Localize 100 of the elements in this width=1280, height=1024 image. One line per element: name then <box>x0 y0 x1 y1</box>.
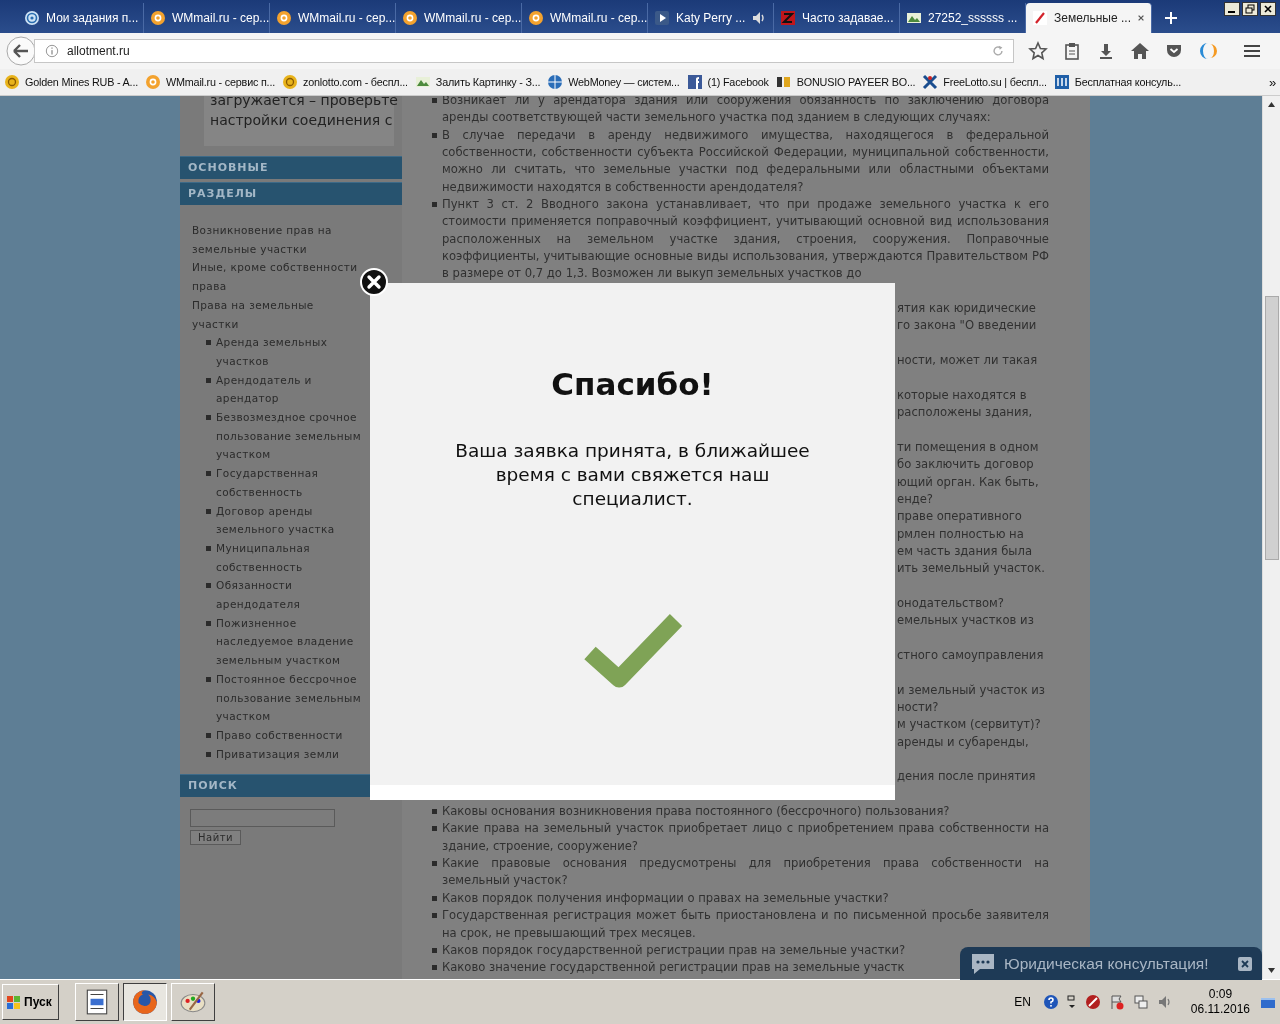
text-line: бо заключить договор <box>897 456 1035 474</box>
text-line: емельных участков из <box>897 612 1035 630</box>
bullet-icon <box>206 676 211 682</box>
firefox-icon <box>130 988 159 1016</box>
bullet-icon <box>206 733 211 738</box>
text-line: ющий орган. Как быть, <box>897 473 1040 491</box>
text-line: ти помещения в одном <box>897 438 1040 456</box>
question-text: Каковы основания возникновения права постоянного (бессрочного) пользования? <box>442 803 951 821</box>
bullet-icon <box>432 913 437 919</box>
bookmark[interactable]: BONUSIO PAYEER BO... <box>775 74 916 90</box>
bullet-icon <box>432 809 437 815</box>
bullet-icon <box>206 751 211 757</box>
text-line: енде? <box>897 490 934 508</box>
browser-tab[interactable]: Земельные ... <box>1026 3 1152 33</box>
minimize-icon[interactable] <box>1224 2 1240 16</box>
globe-icon <box>547 74 564 90</box>
coin-icon <box>4 74 20 90</box>
clock-date: 06.11.2016 <box>1190 1002 1250 1017</box>
search-button[interactable]: Найти <box>190 830 241 846</box>
image-icon <box>906 10 922 26</box>
bookmark[interactable]: WMmail.ru - сервис п... <box>145 74 275 90</box>
text-line: дения после принятия <box>897 768 1037 786</box>
back-button[interactable] <box>6 36 36 66</box>
bookmark[interactable]: FreeLotto.su | беспл... <box>922 74 1047 90</box>
star-icon[interactable] <box>1028 41 1048 61</box>
text-line: го закона "О введении <box>897 317 1038 335</box>
bullet-icon <box>206 340 211 346</box>
more-bookmarks-button[interactable]: » <box>1268 74 1276 90</box>
bullet-icon <box>432 895 437 901</box>
bullet-icon <box>432 826 437 832</box>
bookmark[interactable]: Golden Mines RUB - A... <box>4 74 138 90</box>
chat-label: Юридическая консультация! <box>1004 954 1210 973</box>
at-sign-icon <box>150 10 166 26</box>
close-icon[interactable] <box>1136 13 1145 23</box>
clipboard-icon[interactable] <box>1062 41 1082 61</box>
text-line: ем часть здания была <box>897 542 1034 560</box>
text-line: которые находятся в <box>897 386 1028 404</box>
dialog-title: Спасибо! <box>551 366 714 402</box>
bookmark[interactable]: Бесплатная консуль... <box>1053 74 1182 90</box>
play-icon <box>654 10 670 26</box>
question-text: Какие правовые основания предусмотрены для приобретения права собственности на земельный участок? <box>442 855 1049 890</box>
question-text: Каково значение государственной регистрации прав на земельные участк <box>442 959 905 977</box>
taskbar-app[interactable] <box>122 983 167 1021</box>
at-sign-icon <box>145 74 161 90</box>
sync-icon[interactable] <box>1198 41 1218 61</box>
question-text: Пункт 3 ст. 2 Вводного закона устанавливает, что при продаже земельного участка к его стоимости применяется поправочный коэффициент, учитывающий основной вид использования расположенных на земельном участке здания, строения, сооружения. Поправочные коэффициенты, учитывающие основные виды использования, утверждаются Правительством РФ в размере от 0,7 до 1,3. Возможен ли выкуп земельных участков до <box>442 196 1049 283</box>
bullet-icon <box>432 98 437 103</box>
clock-time: 0:09 <box>1208 987 1233 1002</box>
text-line: стного самоуправления <box>897 647 1045 664</box>
spiral-icon <box>24 10 40 26</box>
bookmark[interactable]: Залить Картинку - З... <box>414 74 541 90</box>
text-line: рмлен полностью на <box>897 525 1025 543</box>
bullet-icon <box>432 132 437 138</box>
letter-icon <box>780 10 796 26</box>
pen-icon <box>1032 10 1048 26</box>
text-line: м участком (сервитут)? <box>897 716 1042 734</box>
help-icon[interactable] <box>1042 994 1059 1010</box>
section-heading: ОСНОВНЫЕ <box>180 156 402 179</box>
text-line: ить земельный участок. <box>897 560 1046 578</box>
question-text: В случае передачи в аренду недвижимого имущества, находящегося в федеральной собственности, собственности субъекта Российской Федерации, муниципальной собственности, можно ли считать, что земельные участки под федеральными или областными объектами недвижимости находятся в собственности арендодателя? <box>442 126 1049 196</box>
flag-icon[interactable] <box>1108 994 1125 1010</box>
language-indicator[interactable]: EN <box>1014 995 1031 1009</box>
bullet-icon <box>206 471 211 477</box>
image-icon <box>414 74 431 90</box>
bullet-icon <box>206 620 211 626</box>
text-line: ятия как юридические <box>897 300 1037 318</box>
text-line: онодательством? <box>897 594 1005 612</box>
at-sign-icon <box>528 10 544 26</box>
question-text: Каков порядок получения информации о правах на земельные участки? <box>442 889 890 907</box>
question-text: Государственная регистрация может быть приостановлена и по письменной просьбе заявителя на срок, не превышающий трех месяцев. <box>442 907 1049 942</box>
network-icon[interactable] <box>1132 994 1149 1010</box>
close-icon[interactable] <box>1260 2 1276 16</box>
dialog-message: Ваша заявка принята, в ближайшее время с вами свяжется наш специалист. <box>454 439 811 511</box>
new-tab-icon[interactable] <box>1164 11 1178 25</box>
address-field[interactable]: allotment.ru <box>34 39 1014 63</box>
text-line: праве оперативного <box>897 508 1023 526</box>
text-line: ности, может ли такая <box>897 352 1039 370</box>
close-icon[interactable] <box>1238 956 1252 971</box>
text-line: ности? <box>897 699 940 717</box>
section-heading: РАЗДЕЛЫ <box>180 182 402 205</box>
windows-logo-icon <box>6 994 22 1010</box>
home-icon[interactable] <box>1130 41 1150 61</box>
scroll-thumb[interactable] <box>1265 296 1279 560</box>
scrollbar[interactable] <box>1262 96 1280 979</box>
bullet-icon <box>432 202 437 208</box>
bullet-icon <box>206 415 211 421</box>
chat-widget[interactable]: Юридическая консультация! <box>960 947 1262 980</box>
start-button[interactable]: Пуск <box>2 984 59 1020</box>
search-field[interactable] <box>190 809 335 828</box>
bookmark[interactable]: WebMoney — систем... <box>547 74 680 90</box>
bullet-icon <box>206 377 211 383</box>
bullet-icon <box>432 965 437 971</box>
text-line: аренды и субаренды, <box>897 733 1030 751</box>
at-sign-icon <box>276 10 292 26</box>
cross-icon <box>922 74 939 90</box>
info-icon[interactable] <box>45 44 59 58</box>
shield-icon[interactable] <box>1084 994 1101 1010</box>
bookmark[interactable]: (1) Facebook <box>686 74 769 90</box>
at-sign-icon <box>402 10 418 26</box>
bookmark[interactable]: zonlotto.com - беспл... <box>282 74 408 90</box>
